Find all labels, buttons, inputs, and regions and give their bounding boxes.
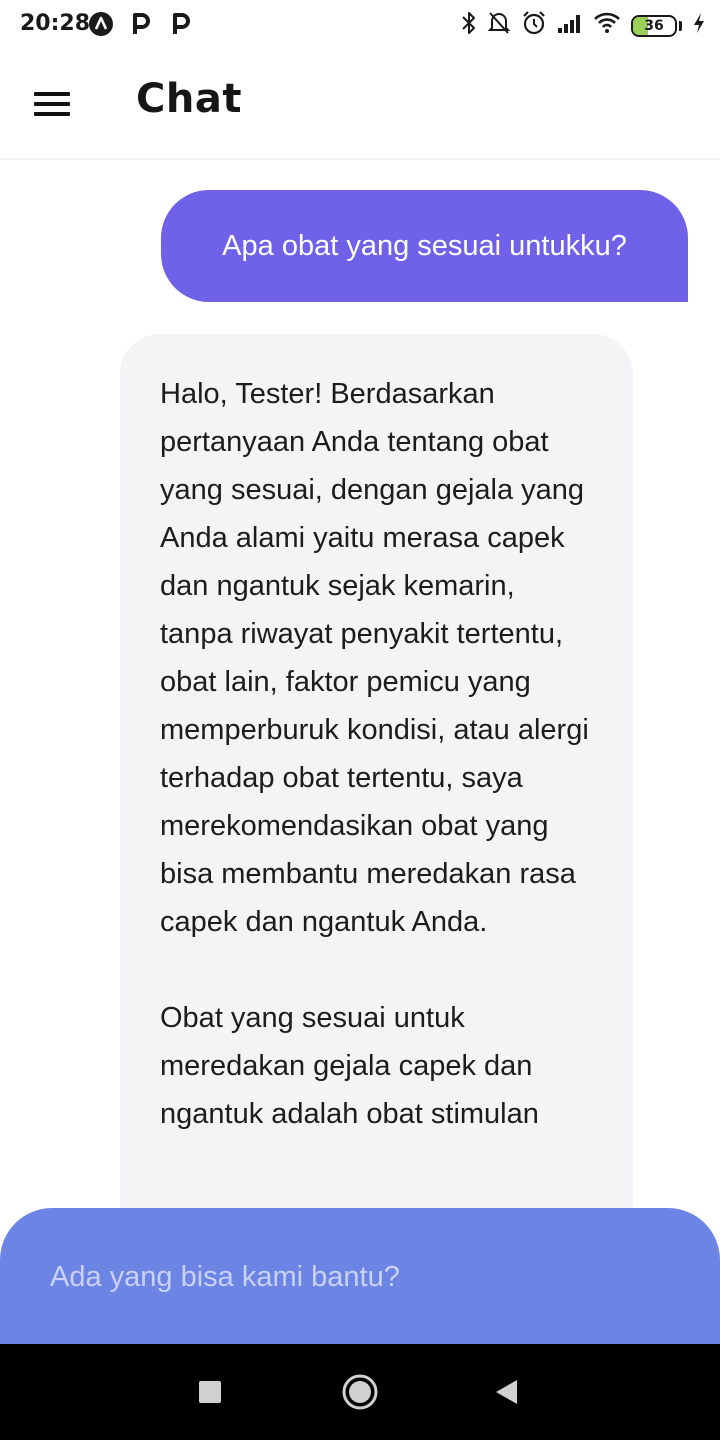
app-bar: Chat — [0, 48, 720, 160]
battery-icon: 36 — [631, 14, 677, 37]
message-composer — [0, 1208, 720, 1348]
alarm-icon — [521, 10, 547, 41]
signal-icon — [557, 12, 583, 39]
user-message-text: Apa obat yang sesuai untukku? — [222, 229, 627, 262]
charging-icon — [692, 12, 706, 39]
status-bar: 20:28 36 — [0, 0, 720, 48]
vpn-a-icon — [88, 11, 114, 37]
status-time: 20:28 — [20, 11, 91, 36]
user-message-bubble: Apa obat yang sesuai untukku? — [161, 190, 688, 302]
notification-icons — [88, 11, 194, 37]
system-nav-bar — [0, 1344, 720, 1440]
wifi-icon — [593, 12, 621, 39]
assistant-message-bubble: Halo, Tester! Berdasarkan pertanyaan And… — [120, 334, 633, 1210]
battery-tip — [679, 20, 682, 31]
assistant-message-paragraph: Obat yang sesuai untuk meredakan gejala … — [160, 1002, 539, 1130]
battery-level-text: 36 — [644, 17, 664, 34]
home-icon[interactable] — [312, 1344, 408, 1440]
assistant-message-paragraph: Halo, Tester! Berdasarkan pertanyaan And… — [160, 378, 589, 938]
p-icon — [128, 11, 154, 37]
back-icon[interactable] — [458, 1344, 554, 1440]
bluetooth-icon — [461, 10, 477, 41]
system-icons: 36 — [461, 10, 706, 41]
page-title: Chat — [136, 76, 242, 122]
mute-icon — [487, 10, 511, 41]
chat-screen: 20:28 36 Chat Apa obat yang sesuai untuk… — [0, 0, 720, 1440]
chat-message-list[interactable]: Apa obat yang sesuai untukku? Halo, Test… — [0, 160, 720, 1210]
message-input[interactable] — [48, 1250, 672, 1304]
hamburger-menu-icon[interactable] — [30, 84, 74, 120]
p-icon — [168, 11, 194, 37]
recent-apps-icon[interactable] — [162, 1344, 258, 1440]
